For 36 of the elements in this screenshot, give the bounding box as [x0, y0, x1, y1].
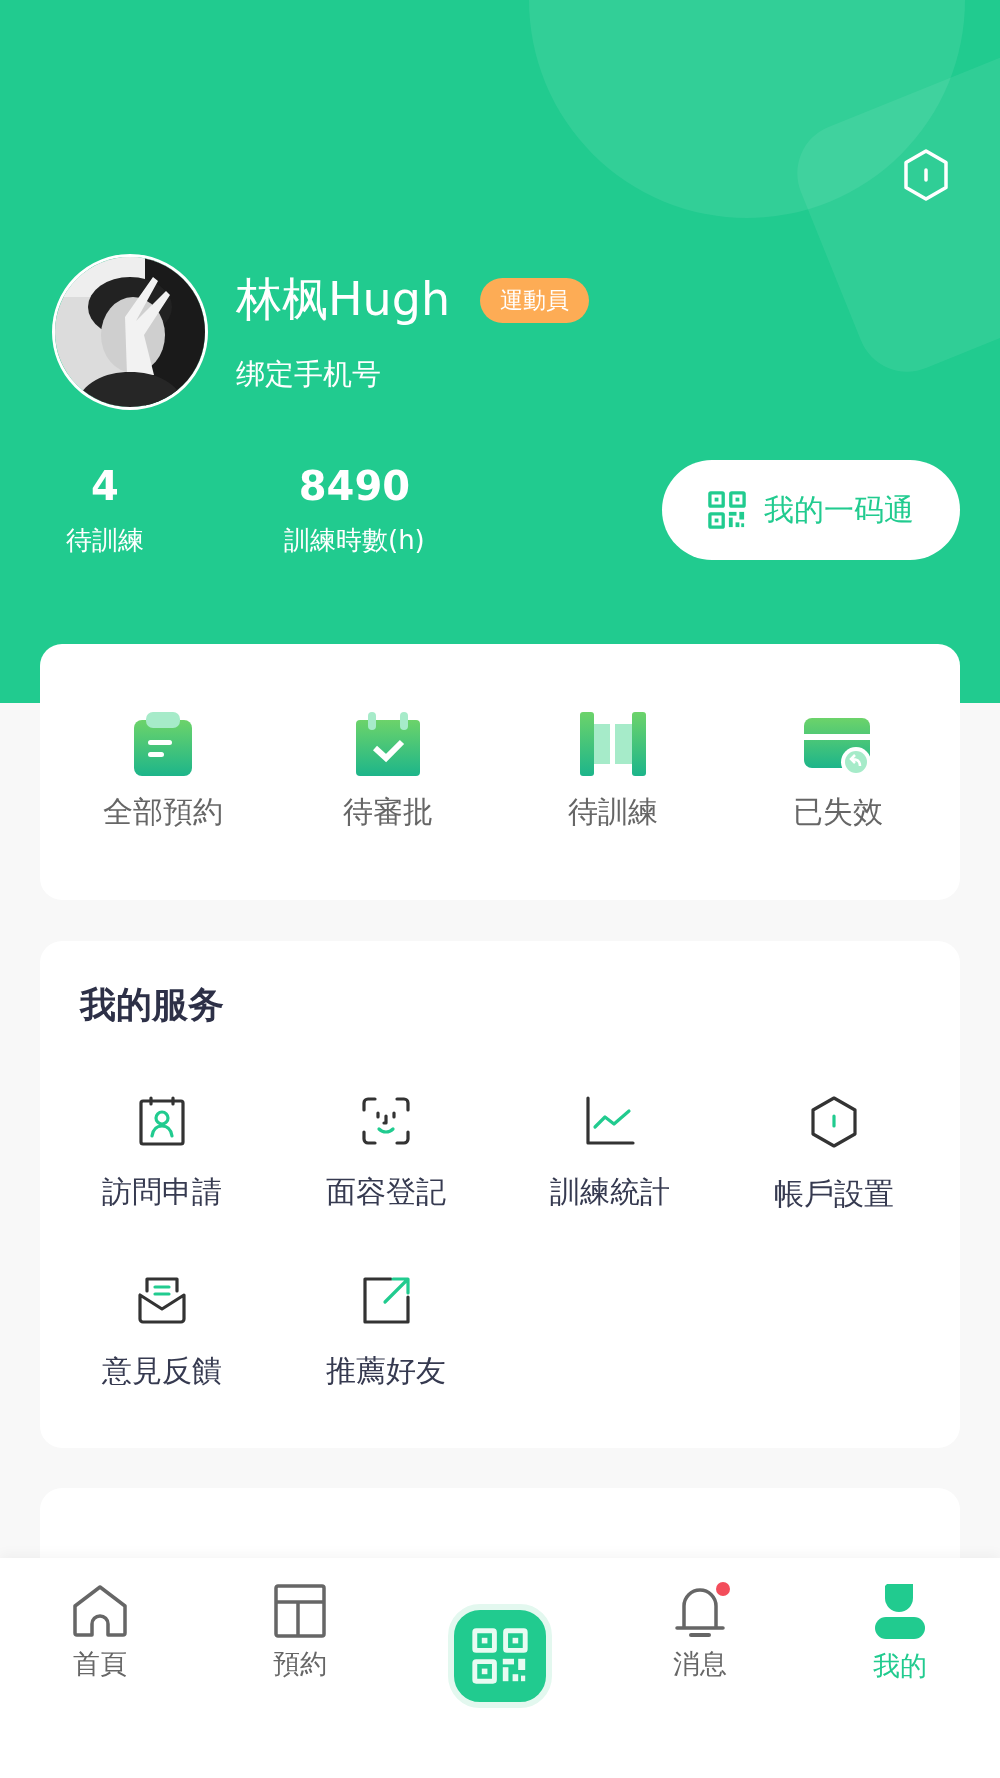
calendar-check-icon [354, 712, 421, 778]
section-title: 我的服务 [80, 983, 225, 1027]
user-name: 林枫Hugh [236, 271, 451, 328]
tab-item[interactable]: 預約 [273, 1646, 327, 1682]
hexagon-icon[interactable] [902, 148, 950, 202]
hexagon-icon [810, 1096, 858, 1148]
stat-value: 8490 [298, 462, 411, 509]
stat-label: 待訓練 [66, 523, 144, 557]
face-scan-icon [361, 1096, 411, 1146]
booking-shortcut[interactable]: 已失效 [792, 792, 883, 833]
service-item[interactable]: 訓練統計 [550, 1172, 670, 1213]
share-icon [361, 1275, 411, 1325]
booking-shortcut[interactable]: 待審批 [342, 792, 433, 833]
gate-icon [579, 712, 646, 778]
booking-shortcut[interactable]: 待訓練 [567, 792, 658, 833]
role-badge: 運動員 [480, 277, 590, 323]
scan-button[interactable] [448, 1604, 552, 1708]
service-item[interactable]: 意見反饋 [102, 1351, 222, 1392]
service-item[interactable]: 面容登記 [326, 1172, 446, 1213]
clipboard-icon [131, 712, 194, 778]
mail-icon [137, 1275, 187, 1325]
service-item[interactable]: 帳戶設置 [774, 1174, 894, 1215]
tab-item[interactable]: 首頁 [73, 1646, 127, 1682]
qr-code-icon [708, 491, 746, 529]
stat-value: 4 [91, 462, 119, 509]
service-item[interactable]: 訪問申請 [102, 1172, 222, 1213]
booking-shortcut[interactable]: 全部預約 [102, 792, 223, 833]
service-item[interactable]: 推薦好友 [326, 1351, 446, 1392]
person-icon [875, 1584, 925, 1640]
tab-item[interactable]: 消息 [673, 1646, 727, 1682]
stat-label: 訓練時數(h) [284, 523, 425, 557]
layout-icon [274, 1584, 326, 1638]
line-chart-icon [585, 1096, 635, 1146]
qr-code-icon [472, 1628, 528, 1684]
badge-person-icon [138, 1096, 186, 1146]
home-icon [72, 1584, 128, 1638]
